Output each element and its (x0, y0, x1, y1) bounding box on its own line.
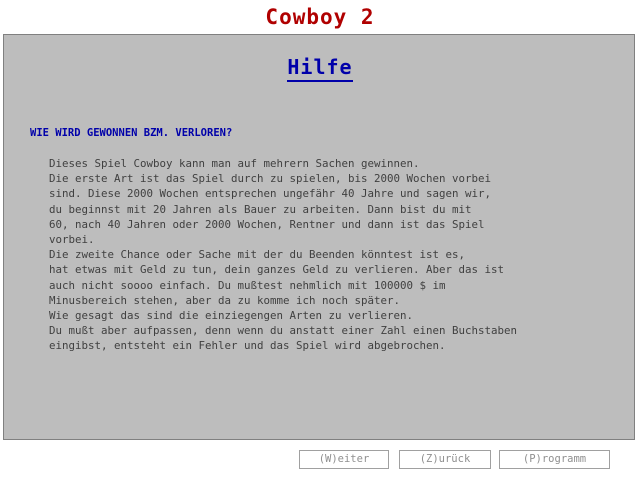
help-line: Die zweite Chance oder Sache mit der du … (49, 248, 466, 262)
help-line: eingibst, entsteht ein Fehler und das Sp… (49, 339, 446, 353)
help-line: Die erste Art ist das Spiel durch zu spi… (49, 172, 492, 186)
help-line: vorbei. (49, 233, 95, 247)
help-body: Dieses Spiel Cowboy kann man auf mehrern… (49, 156, 517, 354)
help-line: Du mußt aber aufpassen, denn wenn du ans… (49, 324, 518, 338)
help-question: WIE WIRD GEWONNEN BZM. VERLOREN? (30, 127, 233, 139)
app-title: Cowboy 2 (265, 5, 375, 29)
help-line: du beginnst mit 20 Jahren als Bauer zu a… (49, 202, 472, 216)
programm-button[interactable]: (P)rogramm (499, 450, 610, 469)
app-window: Cowboy 2 Hilfe WIE WIRD GEWONNEN BZM. VE… (0, 0, 640, 480)
zurueck-button[interactable]: (Z)urück (399, 450, 491, 469)
button-bar: (W)eiter (Z)urück (P)rogramm (0, 440, 640, 480)
help-panel: Hilfe WIE WIRD GEWONNEN BZM. VERLOREN? D… (3, 34, 635, 440)
help-line: hat etwas mit Geld zu tun, dein ganzes G… (49, 263, 505, 277)
help-heading: Hilfe (287, 55, 353, 82)
weiter-button[interactable]: (W)eiter (299, 450, 389, 469)
help-line: Minusbereich stehen, aber da zu komme ic… (49, 293, 401, 307)
help-line: 60, nach 40 Jahren oder 2000 Wochen, Ren… (49, 217, 485, 231)
help-line: sind. Diese 2000 Wochen entsprechen unge… (49, 187, 492, 201)
help-heading-container: Hilfe (4, 55, 636, 82)
title-bar: Cowboy 2 (0, 0, 640, 34)
help-line: auch nicht soooo einfach. Du mußtest neh… (49, 278, 446, 292)
help-line: Dieses Spiel Cowboy kann man auf mehrern… (49, 157, 420, 170)
help-line: Wie gesagt das sind die einziegengen Art… (49, 309, 414, 323)
